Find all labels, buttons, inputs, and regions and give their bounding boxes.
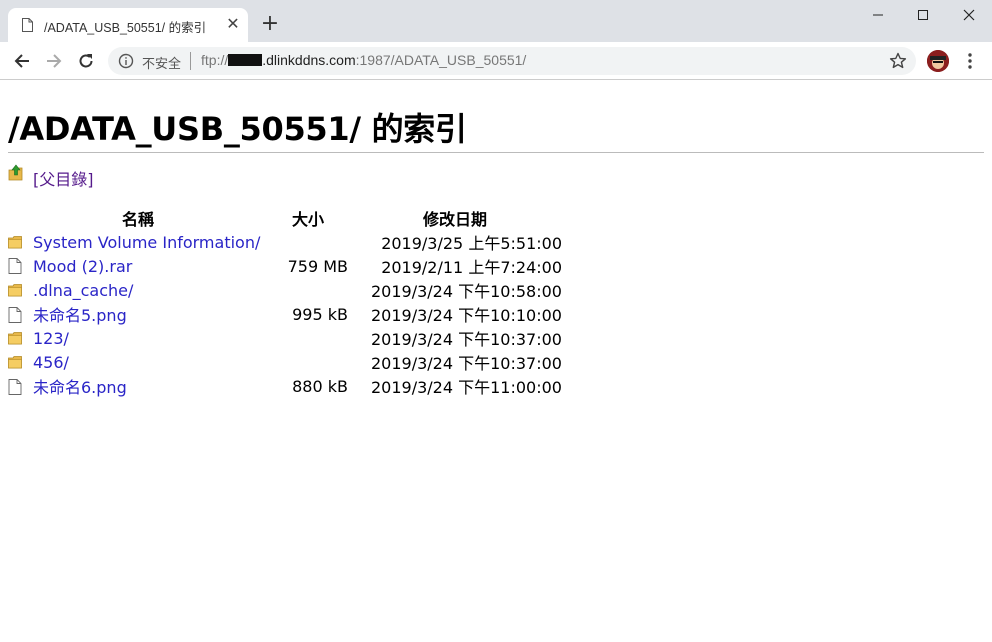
folder-icon [8,234,22,250]
table-row[interactable]: Mood (2).rar 759 MB 2019/2/11 上午7:24:00 [8,254,562,278]
page-icon [22,18,33,32]
tab-active[interactable]: /ADATA_USB_50551/ 的索引 ✕ [8,8,248,42]
cell-date: 2019/3/24 下午10:37:00 [371,354,562,373]
file-icon [8,257,22,274]
arrow-left-icon [14,54,29,68]
browser-toolbar: 不安全 ftp:// .dlinkddns.com:1987/ADATA_USB_… [0,42,992,80]
bookmark-star-icon[interactable] [888,51,908,71]
minimize-button[interactable] [855,0,901,30]
url-host: .dlinkddns.com [262,52,356,68]
cell-name: 未命名5.png [8,302,268,326]
reload-button[interactable] [74,49,98,73]
cell-date: 2019/3/24 下午10:58:00 [371,282,562,301]
table-row[interactable]: .dlna_cache/2019/3/24 下午10:58:00 [8,278,562,302]
cell-name: System Volume Information/ [8,230,268,254]
table-header-row: 名稱 大小 修改日期 [8,206,562,230]
redacted-block [228,54,263,66]
parent-directory-link[interactable]: [父目錄] [33,166,94,190]
table-row[interactable]: System Volume Information/2019/3/25 上午5:… [8,230,562,254]
column-header-size[interactable]: 大小 [268,206,348,230]
cell-name: 123/ [8,326,268,350]
file-listing-table: 名稱 大小 修改日期 System Volume Information/201… [8,206,562,398]
back-button[interactable] [10,49,34,73]
url-text[interactable]: ftp:// .dlinkddns.com:1987/ADATA_USB_5055… [201,52,526,68]
folder-icon [8,282,22,298]
file-link[interactable]: 456/ [33,353,69,372]
avatar-image [927,50,949,72]
cell-date: 2019/3/24 下午11:00:00 [371,378,562,397]
tab-strip: /ADATA_USB_50551/ 的索引 ✕ + [0,0,992,42]
file-icon [8,307,22,323]
new-tab-button[interactable]: + [258,12,282,36]
file-link[interactable]: 未命名6.png [33,378,127,397]
maximize-button[interactable] [900,0,946,30]
url-path: :1987/ADATA_USB_50551/ [355,52,527,68]
cell-size [268,278,348,302]
cell-name: 456/ [8,350,268,374]
cell-size [268,326,348,350]
divider [8,152,984,153]
folder-icon [8,354,22,370]
cell-date: 2019/3/24 下午10:37:00 [371,330,562,349]
folder-icon [8,330,22,346]
close-icon [963,9,975,21]
info-icon[interactable] [118,53,134,69]
kebab-menu-icon[interactable] [962,51,978,71]
file-link[interactable]: 未命名5.png [33,306,127,325]
security-status[interactable]: 不安全 [142,53,181,72]
profile-avatar[interactable] [927,50,949,72]
cell-date: 2019/2/11 上午7:24:00 [381,258,562,277]
url-scheme: ftp:// [201,52,229,68]
column-header-date[interactable]: 修改日期 [348,206,562,230]
cell-size: 759 MB [287,256,348,276]
cell-date: 2019/3/24 下午10:10:00 [371,306,562,325]
table-row[interactable]: 未命名5.png 995 kB 2019/3/24 下午10:10:00 [8,302,562,326]
cell-size: 880 kB [292,376,348,396]
file-listing-body: System Volume Information/2019/3/25 上午5:… [8,230,562,398]
tab-close-icon[interactable]: ✕ [224,15,242,33]
up-folder-icon [8,164,23,181]
forward-button[interactable] [42,49,66,73]
cell-name: .dlna_cache/ [8,278,268,302]
file-link[interactable]: System Volume Information/ [33,233,260,252]
cell-name: 未命名6.png [8,374,268,398]
table-row[interactable]: 456/2019/3/24 下午10:37:00 [8,350,562,374]
reload-icon [79,54,93,68]
minimize-icon [873,14,883,16]
page-title: /ADATA_USB_50551/ 的索引 [8,110,467,148]
tab-title: /ADATA_USB_50551/ 的索引 [44,21,207,35]
cell-size [268,230,348,254]
table-row[interactable]: 123/2019/3/24 下午10:37:00 [8,326,562,350]
maximize-icon [918,10,928,20]
cell-size: 995 kB [292,304,348,324]
file-icon [8,379,22,395]
arrow-right-icon [47,54,62,68]
cell-date: 2019/3/25 上午5:51:00 [381,234,562,253]
file-link[interactable]: Mood (2).rar [33,257,132,276]
file-link[interactable]: 123/ [33,329,69,348]
table-row[interactable]: 未命名6.png 880 kB 2019/3/24 下午11:00:00 [8,374,562,398]
cell-name: Mood (2).rar [8,254,268,278]
file-link[interactable]: .dlna_cache/ [33,281,133,300]
window-close-button[interactable] [946,0,992,30]
address-bar[interactable]: 不安全 ftp:// .dlinkddns.com:1987/ADATA_USB_… [108,47,916,75]
column-header-name[interactable]: 名稱 [8,206,268,230]
cell-size [268,350,348,374]
divider [190,52,191,70]
